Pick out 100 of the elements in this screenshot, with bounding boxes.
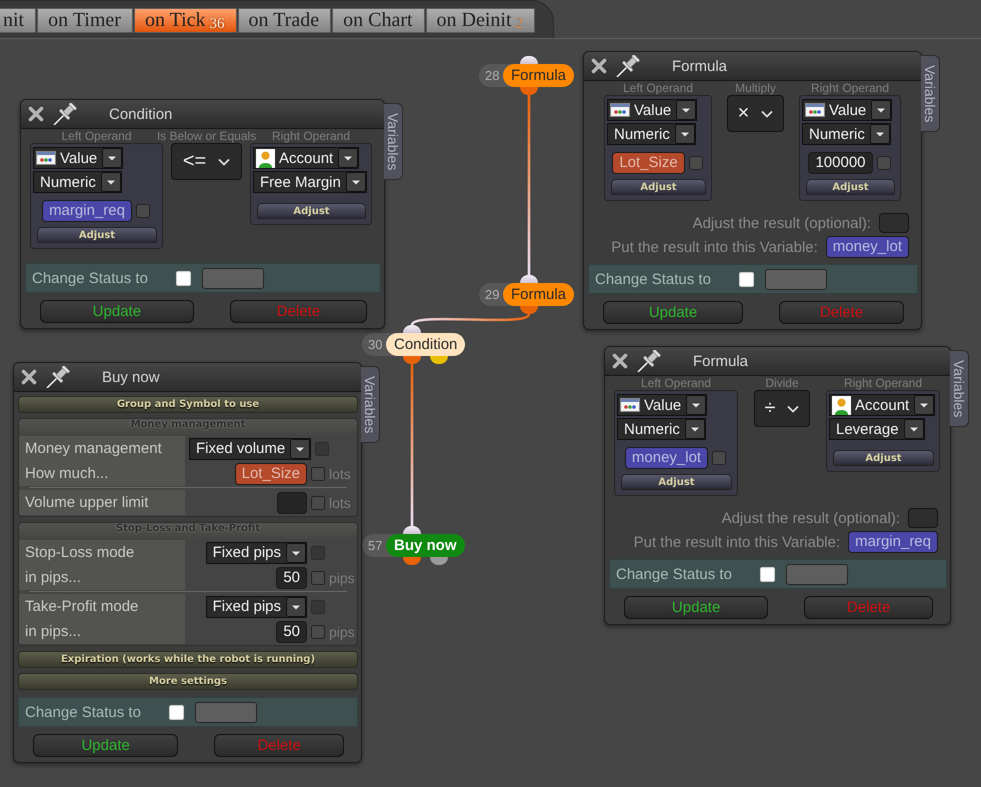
checkbox[interactable]: [688, 156, 703, 170]
output-port-icon[interactable]: [403, 557, 421, 565]
checkbox[interactable]: [311, 546, 325, 560]
type-dropdown[interactable]: Numeric: [33, 171, 122, 193]
node-label[interactable]: Formula: [503, 283, 574, 306]
source-dropdown[interactable]: Account: [253, 147, 360, 169]
input-port-icon[interactable]: [403, 325, 421, 333]
source-dropdown[interactable]: Account: [829, 394, 936, 416]
number-field[interactable]: 100000: [808, 152, 873, 174]
close-icon[interactable]: [590, 57, 608, 75]
checkbox[interactable]: [311, 466, 325, 480]
variables-tab[interactable]: Variables: [921, 55, 940, 132]
node-label[interactable]: Buy now: [386, 534, 464, 557]
variables-tab[interactable]: Variables: [950, 350, 969, 428]
output-port-icon[interactable]: [403, 356, 421, 364]
output-port-icon[interactable]: [430, 356, 448, 364]
variables-tab[interactable]: Variables: [361, 366, 380, 444]
input-port-icon[interactable]: [520, 275, 538, 283]
checkbox[interactable]: [876, 156, 891, 170]
flow-node[interactable]: 28 Formula: [479, 64, 574, 87]
output-port-icon[interactable]: [430, 557, 448, 565]
caret-icon: [346, 172, 366, 192]
type-dropdown[interactable]: Numeric: [617, 418, 706, 440]
adjust-button[interactable]: Adjust: [257, 203, 366, 219]
checkbox[interactable]: [712, 451, 726, 465]
section-header[interactable]: Expiration (works while the robot is running): [18, 651, 358, 668]
status-field[interactable]: [195, 702, 257, 722]
action-button[interactable]: Update: [603, 301, 743, 324]
event-tab[interactable]: nit: [0, 8, 36, 33]
number-field[interactable]: 50: [276, 566, 307, 588]
pin-icon[interactable]: [45, 366, 71, 388]
variable-field[interactable]: Lot_Size: [234, 462, 307, 484]
title-bar[interactable]: Formula: [584, 52, 921, 81]
node-label[interactable]: Condition: [386, 333, 466, 356]
input-port-icon[interactable]: [520, 56, 538, 64]
checkbox[interactable]: [136, 204, 150, 218]
type-dropdown[interactable]: Numeric: [802, 123, 891, 145]
output-port-icon[interactable]: [520, 306, 538, 314]
status-field[interactable]: [765, 268, 827, 290]
pin-icon[interactable]: [615, 55, 641, 77]
variables-tab[interactable]: Variables: [384, 103, 403, 180]
checkbox[interactable]: [311, 600, 325, 614]
close-icon[interactable]: [611, 352, 629, 370]
checkbox[interactable]: [315, 442, 330, 456]
section-header[interactable]: More settings: [18, 673, 358, 690]
adjust-button[interactable]: Adjust: [833, 450, 934, 466]
adjust-button[interactable]: Adjust: [806, 179, 895, 195]
input-port-icon[interactable]: [403, 526, 421, 534]
close-icon[interactable]: [27, 105, 45, 123]
variable-field[interactable]: money_lot: [624, 447, 708, 469]
caret-icon: [914, 395, 934, 415]
adjust-button[interactable]: Adjust: [611, 179, 706, 195]
checkbox[interactable]: [311, 570, 325, 584]
pin-icon[interactable]: [52, 103, 78, 125]
action-button[interactable]: Update: [33, 734, 178, 757]
source-dropdown[interactable]: Value: [617, 394, 708, 416]
variable-field[interactable]: money_lot: [826, 236, 909, 258]
operator-dropdown[interactable]: ×: [727, 95, 784, 132]
source-dropdown[interactable]: Value: [607, 99, 698, 121]
section-header[interactable]: Group and Symbol to use: [18, 396, 358, 413]
flow-node[interactable]: 30 Condition: [362, 333, 466, 356]
close-icon[interactable]: [20, 368, 38, 386]
variable-field[interactable]: Lot_Size: [612, 152, 685, 174]
variable-field[interactable]: margin_req: [848, 531, 938, 553]
flow-node[interactable]: 57 Buy now: [362, 534, 464, 557]
type-dropdown[interactable]: Numeric: [607, 123, 696, 145]
output-port-icon[interactable]: [520, 87, 538, 95]
title-bar[interactable]: Buy now: [14, 363, 361, 392]
pin-icon[interactable]: [636, 350, 662, 372]
adjust-button[interactable]: Adjust: [37, 227, 157, 243]
tab-count: 2: [516, 16, 524, 33]
mode-dropdown[interactable]: Fixed pips: [206, 542, 307, 564]
status-field[interactable]: [786, 564, 848, 584]
mode-dropdown[interactable]: Fixed volume: [189, 438, 312, 460]
type-dropdown[interactable]: Free Margin: [253, 171, 367, 193]
adjust-button[interactable]: Adjust: [621, 474, 732, 490]
adjust-field[interactable]: [879, 213, 909, 233]
operator-dropdown[interactable]: <=: [171, 143, 242, 180]
source-dropdown[interactable]: Value: [33, 147, 124, 169]
title-bar[interactable]: Formula: [605, 347, 950, 376]
operator-dropdown[interactable]: ÷: [754, 390, 810, 427]
action-button[interactable]: Update: [624, 596, 768, 619]
number-field[interactable]: [277, 492, 307, 514]
type-dropdown[interactable]: Leverage: [829, 418, 925, 440]
mode-dropdown[interactable]: Fixed pips: [206, 596, 307, 618]
node-label[interactable]: Formula: [503, 64, 574, 87]
checkbox[interactable]: [311, 496, 325, 510]
action-button[interactable]: Update: [40, 300, 194, 323]
number-field[interactable]: 50: [276, 620, 307, 642]
event-tab[interactable]: on Timer: [37, 8, 133, 33]
flow-node[interactable]: 29 Formula: [479, 283, 574, 306]
title-bar[interactable]: Condition: [21, 100, 384, 129]
status-field[interactable]: [202, 268, 264, 288]
event-tab[interactable]: on Trade: [238, 8, 332, 33]
person-icon: [832, 396, 851, 414]
source-dropdown[interactable]: Value: [802, 99, 892, 121]
adjust-field[interactable]: [908, 508, 938, 528]
checkbox[interactable]: [311, 624, 325, 638]
variable-field[interactable]: margin_req: [42, 200, 132, 222]
event-tab[interactable]: on Chart: [332, 8, 425, 33]
